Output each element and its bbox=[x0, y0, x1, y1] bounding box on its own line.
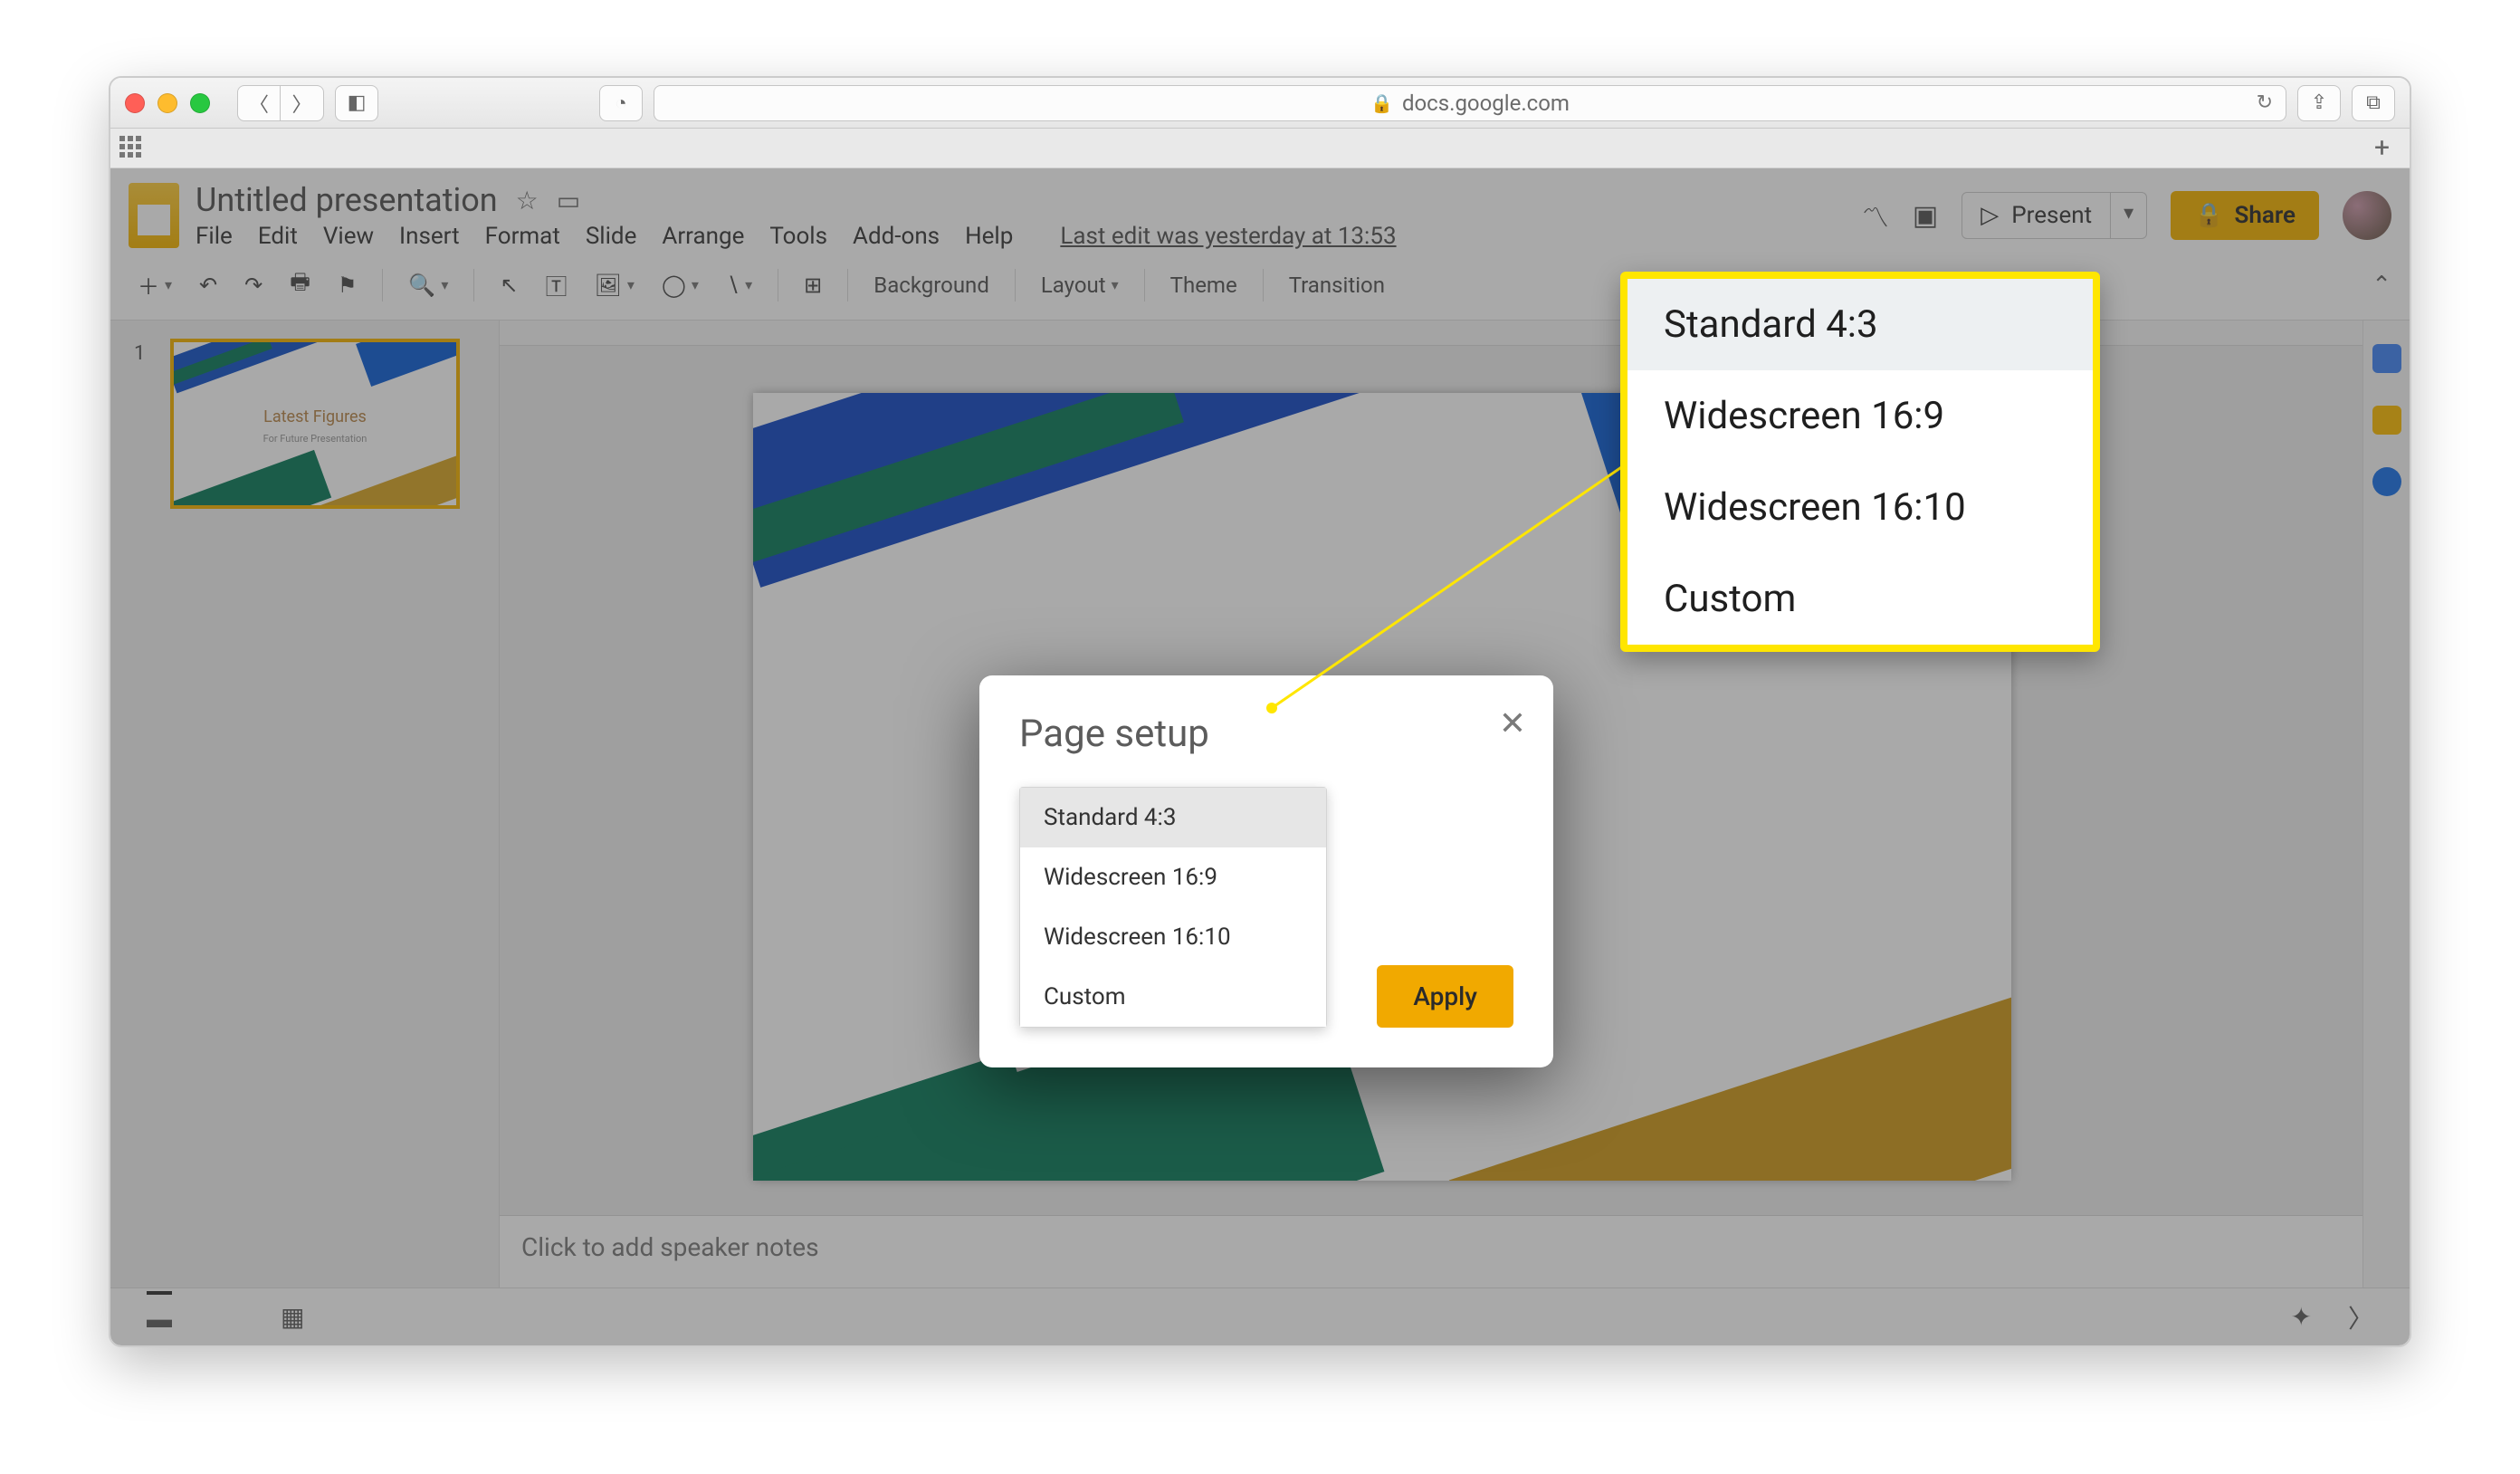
callout-zoom: Standard 4:3 Widescreen 16:9 Widescreen … bbox=[1620, 272, 2100, 652]
callout-pointer-line bbox=[0, 0, 2520, 1474]
callout-option-standard-4-3: Standard 4:3 bbox=[1628, 279, 2093, 370]
callout-option-custom: Custom bbox=[1628, 553, 2093, 645]
callout-option-widescreen-16-9: Widescreen 16:9 bbox=[1628, 370, 2093, 462]
callout-option-widescreen-16-10: Widescreen 16:10 bbox=[1628, 462, 2093, 553]
